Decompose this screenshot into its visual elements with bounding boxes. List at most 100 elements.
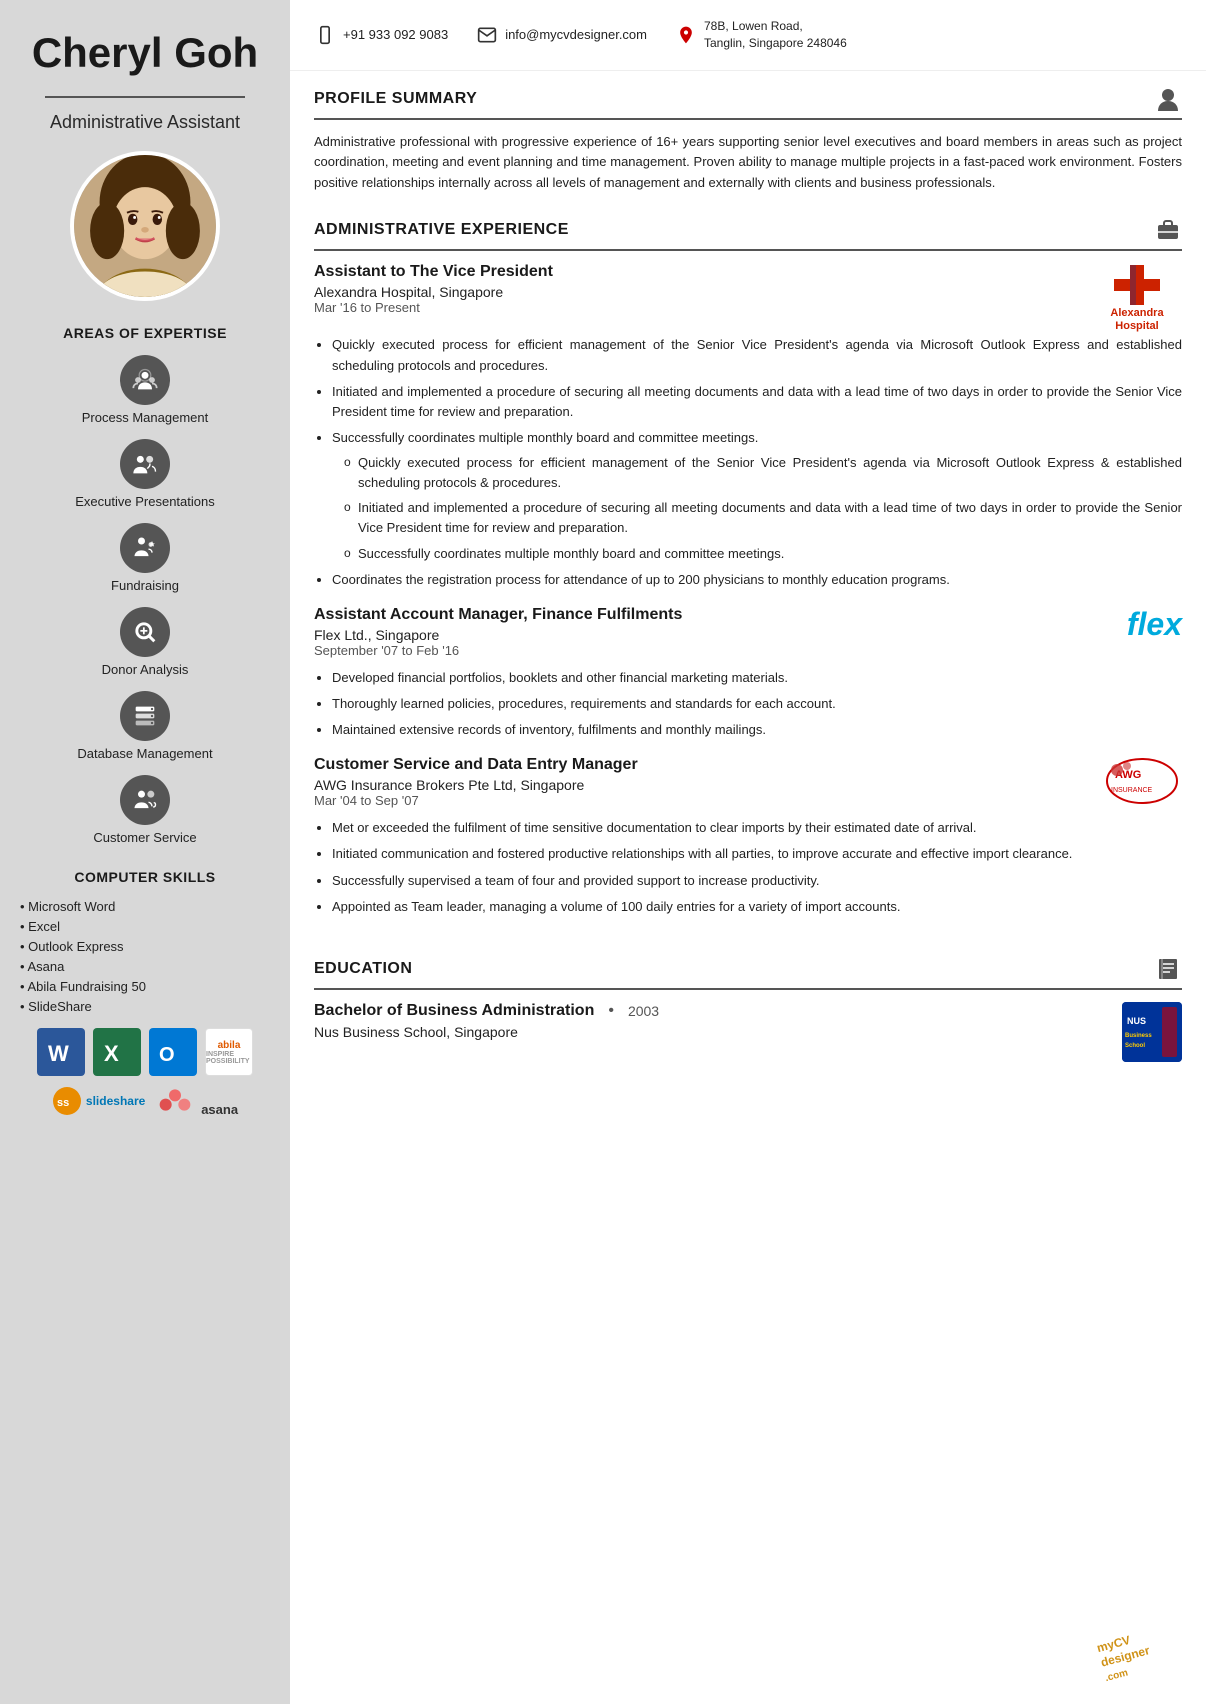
job1-sub1: Quickly executed process for efficient m… [344, 453, 1182, 493]
job2-dates: September '07 to Feb '16 [314, 643, 682, 658]
education-section: EDUCATION Bachelor of Business Administr… [290, 941, 1206, 1070]
job1-header-row: Assistant to The Vice President Alexandr… [314, 263, 1182, 333]
bottom-logos: ss slideshare asana [20, 1084, 270, 1117]
donor-analysis-icon [120, 607, 170, 657]
edu-school-text: Nus Business School, Singapore [314, 1024, 659, 1040]
skill-outlook: Outlook Express [20, 939, 270, 954]
address-text: 78B, Lowen Road, Tanglin, Singapore 2480… [704, 18, 847, 52]
mycv-watermark: myCV designer .com [1088, 1609, 1204, 1706]
computer-skills-title: COMPUTER SKILLS [20, 869, 270, 885]
phone-icon [314, 24, 336, 46]
job3-title: Customer Service and Data Entry Manager [314, 756, 638, 774]
job2-title: Assistant Account Manager, Finance Fulfi… [314, 606, 682, 624]
expertise-database-mgmt: Database Management [77, 691, 212, 761]
job-entry-alexandra: Assistant to The Vice President Alexandr… [314, 263, 1182, 590]
expertise-customer-service: Customer Service [93, 775, 196, 845]
admin-experience-header: ADMINISTRATIVE EXPERIENCE [314, 216, 1182, 251]
profile-summary-header: PROFILE SUMMARY [314, 85, 1182, 120]
skill-asana: Asana [20, 959, 270, 974]
job2-left: Assistant Account Manager, Finance Fulfi… [314, 606, 682, 666]
job2-company: Flex Ltd., Singapore [314, 627, 682, 643]
job3-dates: Mar '04 to Sep '07 [314, 793, 638, 808]
customer-service-icon [120, 775, 170, 825]
contact-address: 78B, Lowen Road, Tanglin, Singapore 2480… [675, 18, 847, 52]
computer-skills-section: COMPUTER SKILLS Microsoft Word Excel Out… [20, 869, 270, 1117]
svg-text:.com: .com [1104, 1668, 1129, 1685]
outlook-logo-icon: O [149, 1028, 197, 1076]
job1-company: Alexandra Hospital, Singapore [314, 284, 553, 300]
skills-list: Microsoft Word Excel Outlook Express Asa… [20, 899, 270, 1014]
svg-text:INSURANCE: INSURANCE [1111, 787, 1153, 794]
job1-title: Assistant to The Vice President [314, 263, 553, 281]
contact-email: info@mycvdesigner.com [476, 24, 647, 46]
profile-summary-text: Administrative professional with progres… [314, 132, 1182, 194]
main-content-inner: +91 933 092 9083 info@mycvdesigner.com [290, 0, 1206, 1090]
skill-word: Microsoft Word [20, 899, 270, 914]
svg-text:W: W [48, 1041, 69, 1066]
job2-bullet3: Maintained extensive records of inventor… [332, 720, 1182, 740]
flex-logo: flex [1127, 606, 1182, 643]
expertise-donor-analysis: Donor Analysis [102, 607, 189, 677]
job1-left: Assistant to The Vice President Alexandr… [314, 263, 553, 323]
education-title: EDUCATION [314, 960, 412, 978]
svg-text:O: O [159, 1044, 175, 1066]
awg-logo: AWG INSURANCE [1102, 756, 1182, 811]
job1-sub-bullets: Quickly executed process for efficient m… [332, 453, 1182, 564]
edu-degree-text: Bachelor of Business Administration [314, 1002, 594, 1020]
expertise-label-database: Database Management [77, 746, 212, 761]
profile-summary-title: PROFILE SUMMARY [314, 90, 477, 108]
fundraising-icon [120, 523, 170, 573]
job-title-label: Administrative Assistant [50, 112, 240, 133]
location-icon [675, 24, 697, 46]
nus-logo: NUS Business School [1122, 1002, 1182, 1062]
expertise-exec-presentations: Executive Presentations [75, 439, 214, 509]
nus-logo-placeholder: NUS Business School [1122, 1002, 1182, 1062]
job3-bullet2: Initiated communication and fostered pro… [332, 844, 1182, 864]
job2-bullet1: Developed financial portfolios, booklets… [332, 668, 1182, 688]
sidebar: Cheryl Goh Administrative Assistant [0, 0, 290, 1704]
app-logos: W X O abila INSPIRE POSSIBILITY [20, 1028, 270, 1076]
exec-presentations-icon [120, 439, 170, 489]
database-mgmt-icon [120, 691, 170, 741]
slideshare-logo-icon: ss slideshare [52, 1086, 145, 1116]
briefcase-icon [1154, 216, 1182, 244]
email-address: info@mycvdesigner.com [505, 27, 647, 42]
job1-bullet2: Initiated and implemented a procedure of… [332, 382, 1182, 422]
svg-text:X: X [104, 1041, 119, 1066]
candidate-name: Cheryl Goh [32, 30, 258, 76]
job2-bullets: Developed financial portfolios, booklets… [314, 668, 1182, 740]
job3-bullet3: Successfully supervised a team of four a… [332, 871, 1182, 891]
job3-bullets: Met or exceeded the fulfilment of time s… [314, 818, 1182, 917]
edu-degree-row: Bachelor of Business Administration • 20… [314, 1002, 659, 1020]
job3-header-row: Customer Service and Data Entry Manager … [314, 756, 1182, 816]
abila-logo-icon: abila INSPIRE POSSIBILITY [205, 1028, 253, 1076]
svg-text:Business: Business [1125, 1033, 1152, 1039]
expertise-label-fundraising: Fundraising [111, 578, 179, 593]
job1-bullet3: Successfully coordinates multiple monthl… [332, 428, 1182, 564]
expertise-process-management: Process Management [82, 355, 208, 425]
job-entry-awg: Customer Service and Data Entry Manager … [314, 756, 1182, 917]
asana-logo-icon: asana [155, 1084, 238, 1117]
profile-icon [1154, 85, 1182, 113]
education-icon [1154, 955, 1182, 983]
job-entry-flex: Assistant Account Manager, Finance Fulfi… [314, 606, 1182, 740]
admin-experience-title: ADMINISTRATIVE EXPERIENCE [314, 221, 569, 239]
job3-bullet1: Met or exceeded the fulfilment of time s… [332, 818, 1182, 838]
job3-left: Customer Service and Data Entry Manager … [314, 756, 638, 816]
expertise-label-exec: Executive Presentations [75, 494, 214, 509]
expertise-label-customer-service: Customer Service [93, 830, 196, 845]
svg-text:ss: ss [57, 1097, 69, 1109]
avatar [70, 151, 220, 301]
job2-bullet2: Thoroughly learned policies, procedures,… [332, 694, 1182, 714]
edu-year-text: 2003 [628, 1003, 659, 1019]
expertise-section-title: AREAS OF EXPERTISE [63, 325, 227, 341]
email-icon [476, 24, 498, 46]
job1-bullet4: Coordinates the registration process for… [332, 570, 1182, 590]
profile-summary-section: PROFILE SUMMARY Administrative professio… [290, 71, 1206, 202]
process-management-icon [120, 355, 170, 405]
svg-text:School: School [1125, 1043, 1145, 1049]
job1-bullets: Quickly executed process for efficient m… [314, 335, 1182, 590]
expertise-fundraising: Fundraising [111, 523, 179, 593]
job1-sub2: Initiated and implemented a procedure of… [344, 498, 1182, 538]
job1-bullet1: Quickly executed process for efficient m… [332, 335, 1182, 375]
